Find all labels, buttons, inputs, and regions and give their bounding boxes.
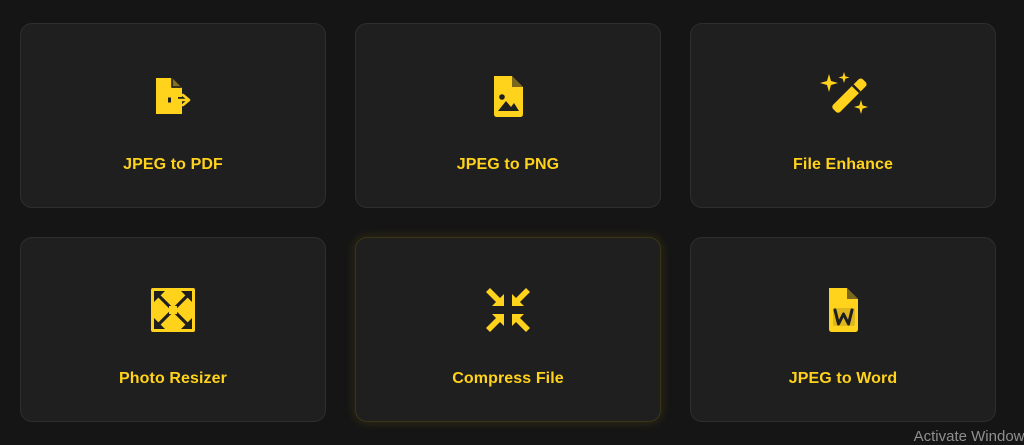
file-word-icon <box>817 284 869 336</box>
tool-label: File Enhance <box>793 156 893 173</box>
tool-card-jpeg-to-word[interactable]: JPEG to Word <box>690 237 996 422</box>
tool-card-jpeg-to-png[interactable]: JPEG to PNG <box>355 23 661 208</box>
tool-card-file-enhance[interactable]: File Enhance <box>690 23 996 208</box>
tool-label: JPEG to PDF <box>123 156 223 173</box>
magic-wand-icon <box>817 70 869 122</box>
file-image-icon <box>482 70 534 122</box>
expand-arrows-icon <box>147 284 199 336</box>
activate-windows-watermark: Activate Windows <box>913 428 1024 445</box>
tool-label: JPEG to Word <box>788 370 898 387</box>
tools-grid: JPEG to PDF JPEG to PNG File Enhance Pho… <box>0 0 1024 445</box>
tool-card-jpeg-to-pdf[interactable]: JPEG to PDF <box>20 23 326 208</box>
tool-label: Photo Resizer <box>119 370 227 387</box>
tool-card-compress-file[interactable]: Compress File <box>355 237 661 422</box>
tool-card-photo-resizer[interactable]: Photo Resizer <box>20 237 326 422</box>
file-export-icon <box>147 70 199 122</box>
tool-label: JPEG to PNG <box>456 156 560 173</box>
tool-label: Compress File <box>452 370 564 387</box>
compress-arrows-icon <box>482 284 534 336</box>
